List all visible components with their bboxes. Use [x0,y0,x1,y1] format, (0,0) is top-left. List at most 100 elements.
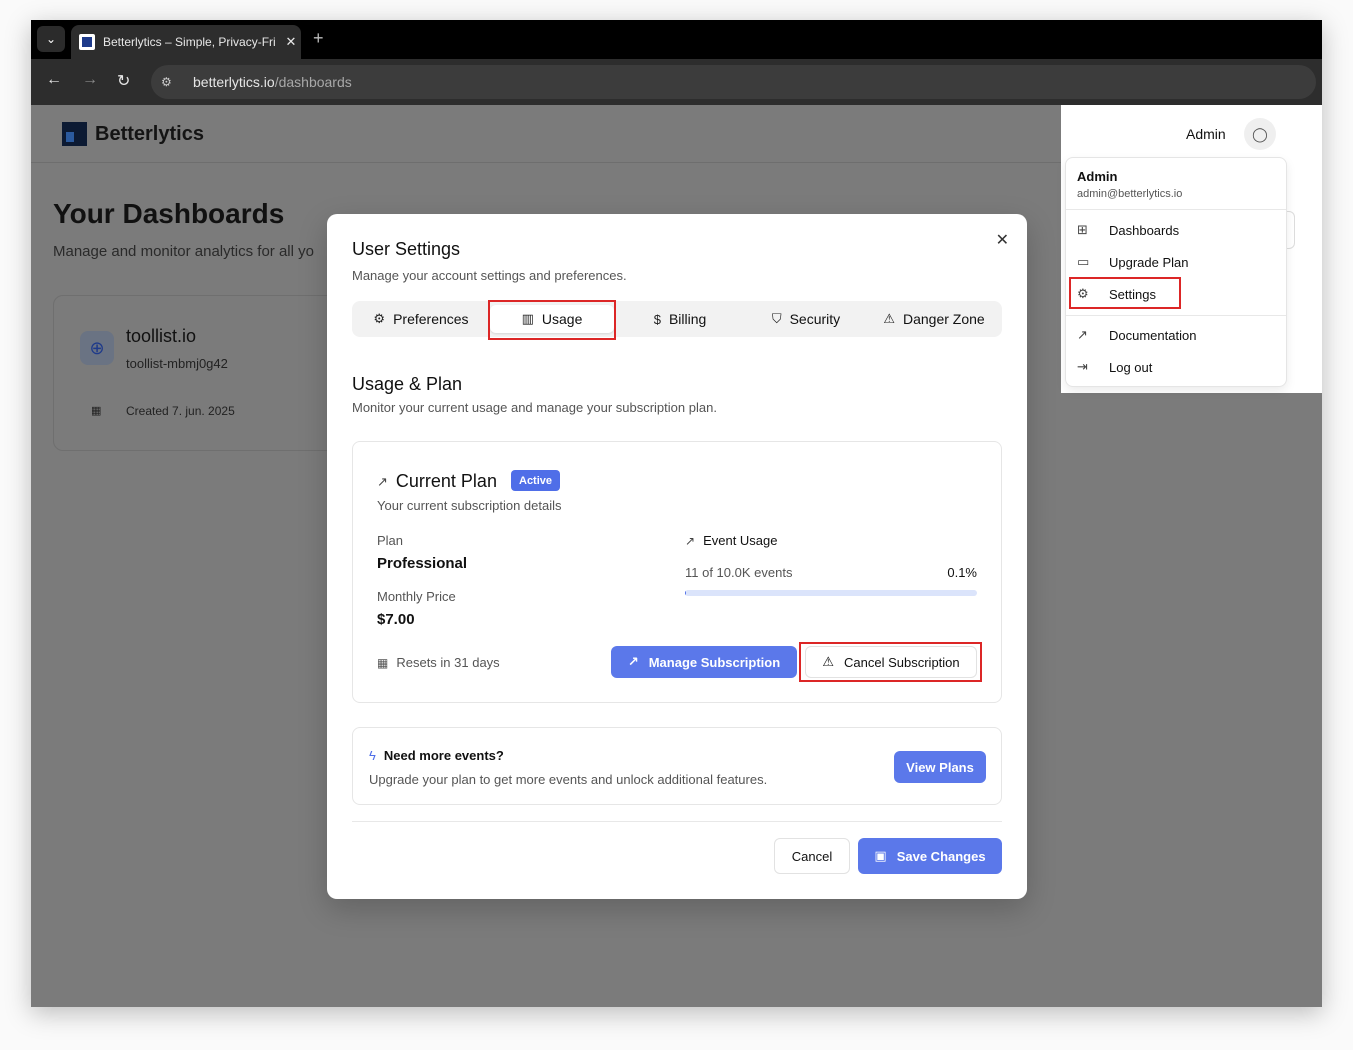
current-plan-card: ↗ Current Plan Active Your current subscr… [352,441,1002,703]
plan-value: Professional [377,555,468,572]
tab-label: Security [789,311,841,327]
forward-button[interactable]: → [82,71,98,89]
save-changes-button[interactable]: ▣ Save Changes [858,838,1002,874]
tab-billing[interactable]: $ Billing [618,305,742,333]
settings-tabs: ⚙ Preferences ▥ Usage $ Billing ⛉ Security ⚠… [352,301,1002,337]
dollar-receipt-icon: $ [653,311,661,327]
dashboard-name: toollist.io [126,326,197,346]
tab-label: Danger Zone [902,311,985,327]
event-usage-title: ↗ Event Usage [685,533,778,548]
browser-tab[interactable]: Betterlytics – Simple, Privacy-Fri ✕ [71,25,301,59]
menu-item-log-out[interactable]: ⇥ Log out [1066,352,1286,382]
cancel-subscription-highlight-box [799,642,982,682]
url-path: /dashboards [274,74,352,90]
tab-list-button[interactable]: ⌄ [37,26,65,52]
external-link-icon: ↗ [627,654,639,669]
user-avatar-icon[interactable]: ◯ [1244,118,1276,150]
event-percent: 0.1% [947,565,977,580]
current-plan-title: ↗ Current Plan [377,471,497,492]
price-label: Monthly Price [377,589,456,604]
external-link-icon: ↗ [1077,327,1088,342]
manage-subscription-label: Manage Subscription [648,654,781,670]
current-plan-description: Your current subscription details [377,498,562,513]
logo-icon [62,122,87,146]
tab-title: Betterlytics – Simple, Privacy-Fri [103,35,276,49]
menu-item-label: Documentation [1109,327,1197,343]
shield-icon: ⛉ [771,311,782,326]
gear-icon: ⚙ [373,311,386,326]
close-tab-icon[interactable]: ✕ [281,34,301,50]
url-bar[interactable]: ⚙ betterlytics.io/dashboards [151,65,1316,99]
back-button[interactable]: ← [46,71,62,89]
plan-label: Plan [377,533,404,548]
tab-strip: ⌄ Betterlytics – Simple, Privacy-Fri ✕ + [31,20,1322,59]
footer-divider [352,821,1002,822]
tab-preferences[interactable]: ⚙ Preferences [358,305,484,333]
manage-subscription-button[interactable]: ↗ Manage Subscription [611,646,797,678]
globe-icon: ⊕ [80,331,114,365]
user-menu-area: Admin ◯ Admin admin@betterlytics.io ⊞ Das… [1061,105,1322,393]
menu-separator [1066,315,1286,316]
grid-icon: ⊞ [1077,222,1088,237]
trending-up-icon: ↗ [685,534,696,548]
user-settings-dialog: ✕ User Settings Manage your account sett… [327,214,1027,899]
site-settings-icon[interactable]: ⚙ [161,75,183,89]
dashboard-slug: toollist-mbmj0g42 [126,356,228,371]
page-title: Your Dashboards [53,198,285,229]
menu-item-label: Upgrade Plan [1109,254,1189,270]
calendar-icon: ▦ [91,405,102,417]
page: Betterlytics Your Dashboards Manage and … [31,105,1322,1007]
upgrade-callout: ϟ Need more events? Upgrade your plan to … [352,727,1002,805]
reload-button[interactable]: ↻ [117,71,130,91]
credit-card-icon: ▭ [1077,254,1090,269]
status-badge: Active [511,470,561,491]
upgrade-callout-title: ϟ Need more events? [369,748,504,763]
lightning-icon: ϟ [369,748,376,763]
menu-separator [1066,209,1286,210]
price-value: $7.00 [377,611,415,628]
logout-icon: ⇥ [1077,359,1088,374]
menu-item-documentation[interactable]: ↗ Documentation [1066,320,1286,350]
upgrade-callout-title-text: Need more events? [383,748,504,763]
user-dropdown-menu: Admin admin@betterlytics.io ⊞ Dashboards … [1065,157,1287,387]
new-tab-button[interactable]: + [313,28,324,49]
tab-label: Billing [668,311,707,327]
trending-up-icon: ↗ [377,473,388,489]
upgrade-callout-description: Upgrade your plan to get more events and… [369,772,768,787]
menu-item-label: Log out [1109,359,1153,375]
cancel-button[interactable]: Cancel [774,838,850,874]
save-icon: ▣ [874,848,887,863]
screen-background: ⌄ Betterlytics – Simple, Privacy-Fri ✕ +… [0,0,1353,1050]
save-changes-label: Save Changes [896,848,986,864]
resets-text: Resets in 31 days [396,655,500,670]
resets-info: ▦ Resets in 31 days [377,655,500,670]
tab-danger-zone[interactable]: ⚠ Danger Zone [872,305,996,333]
menu-item-upgrade-plan[interactable]: ▭ Upgrade Plan [1066,247,1286,277]
dialog-title: User Settings [352,239,461,259]
brand-name[interactable]: Betterlytics [95,123,204,146]
calendar-icon: ▦ [377,656,389,670]
menu-item-dashboards[interactable]: ⊞ Dashboards [1066,215,1286,245]
current-plan-title-text: Current Plan [395,471,497,491]
section-subtitle: Monitor your current usage and manage yo… [352,400,717,415]
settings-highlight-box [1069,277,1181,309]
event-usage-title-text: Event Usage [703,533,778,548]
usage-tab-highlight-box [488,300,616,340]
page-subtitle: Manage and monitor analytics for all yo [53,243,314,260]
dropdown-user-name: Admin [1077,169,1118,184]
underlying-panel-edge [1287,211,1295,249]
address-toolbar: ← → ↻ ⚙ betterlytics.io/dashboards [31,59,1322,105]
section-title: Usage & Plan [352,374,463,394]
view-plans-button[interactable]: View Plans [894,751,986,783]
dashboard-card[interactable]: ⊕ toollist.io toollist-mbmj0g42 ▦ Create… [53,295,373,451]
dashboard-created: Created 7. jun. 2025 [126,404,235,418]
event-count: 11 of 10.0K events [685,565,793,580]
dialog-subtitle: Manage your account settings and prefere… [352,268,627,283]
dropdown-user-email: admin@betterlytics.io [1077,188,1183,200]
tab-security[interactable]: ⛉ Security [744,305,868,333]
user-name-label[interactable]: Admin [1186,126,1226,142]
url-host: betterlytics.io [193,74,275,90]
browser-window: ⌄ Betterlytics – Simple, Privacy-Fri ✕ +… [31,20,1322,1007]
close-icon[interactable]: ✕ [996,230,1009,250]
chevron-down-icon: ⌄ [45,32,57,46]
